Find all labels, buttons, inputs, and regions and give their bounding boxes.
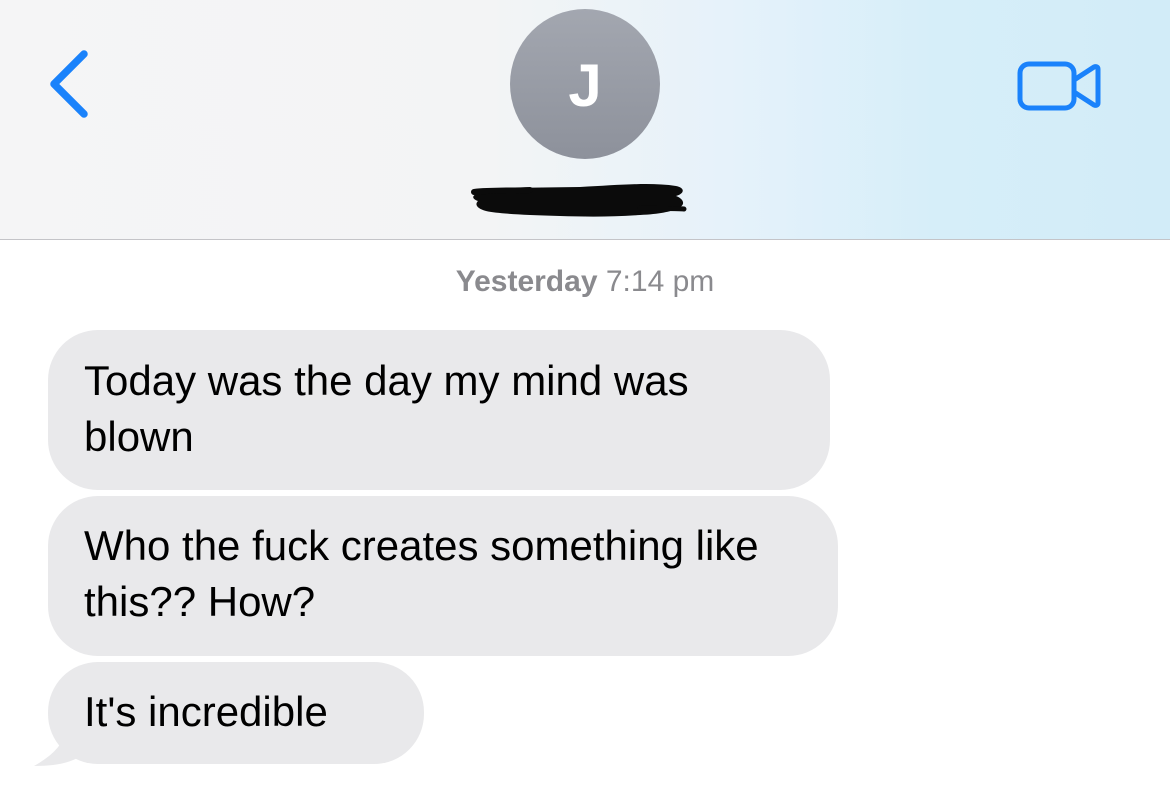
chevron-left-icon: [50, 50, 88, 118]
conversation-header: J: [0, 0, 1170, 240]
message-bubble[interactable]: Who the fuck creates something like this…: [48, 496, 838, 656]
video-call-button[interactable]: [1014, 56, 1104, 116]
message-bubble[interactable]: Today was the day my mind was blown: [48, 330, 830, 490]
contact-avatar[interactable]: J: [510, 9, 660, 159]
avatar-initial: J: [568, 52, 602, 119]
message-bubble[interactable]: It's incredible: [48, 662, 424, 764]
video-camera-icon: [1017, 61, 1101, 111]
timestamp-day: Yesterday: [455, 265, 598, 298]
message-timestamp: Yesterday 7:14 pm: [0, 262, 1170, 302]
back-button[interactable]: [38, 44, 104, 124]
timestamp-time: 7:14 pm: [605, 265, 715, 298]
contact-name-redacted[interactable]: [470, 178, 692, 220]
messages-screen: J Yesterday 7:14 pm Today was the day my…: [0, 0, 1170, 786]
